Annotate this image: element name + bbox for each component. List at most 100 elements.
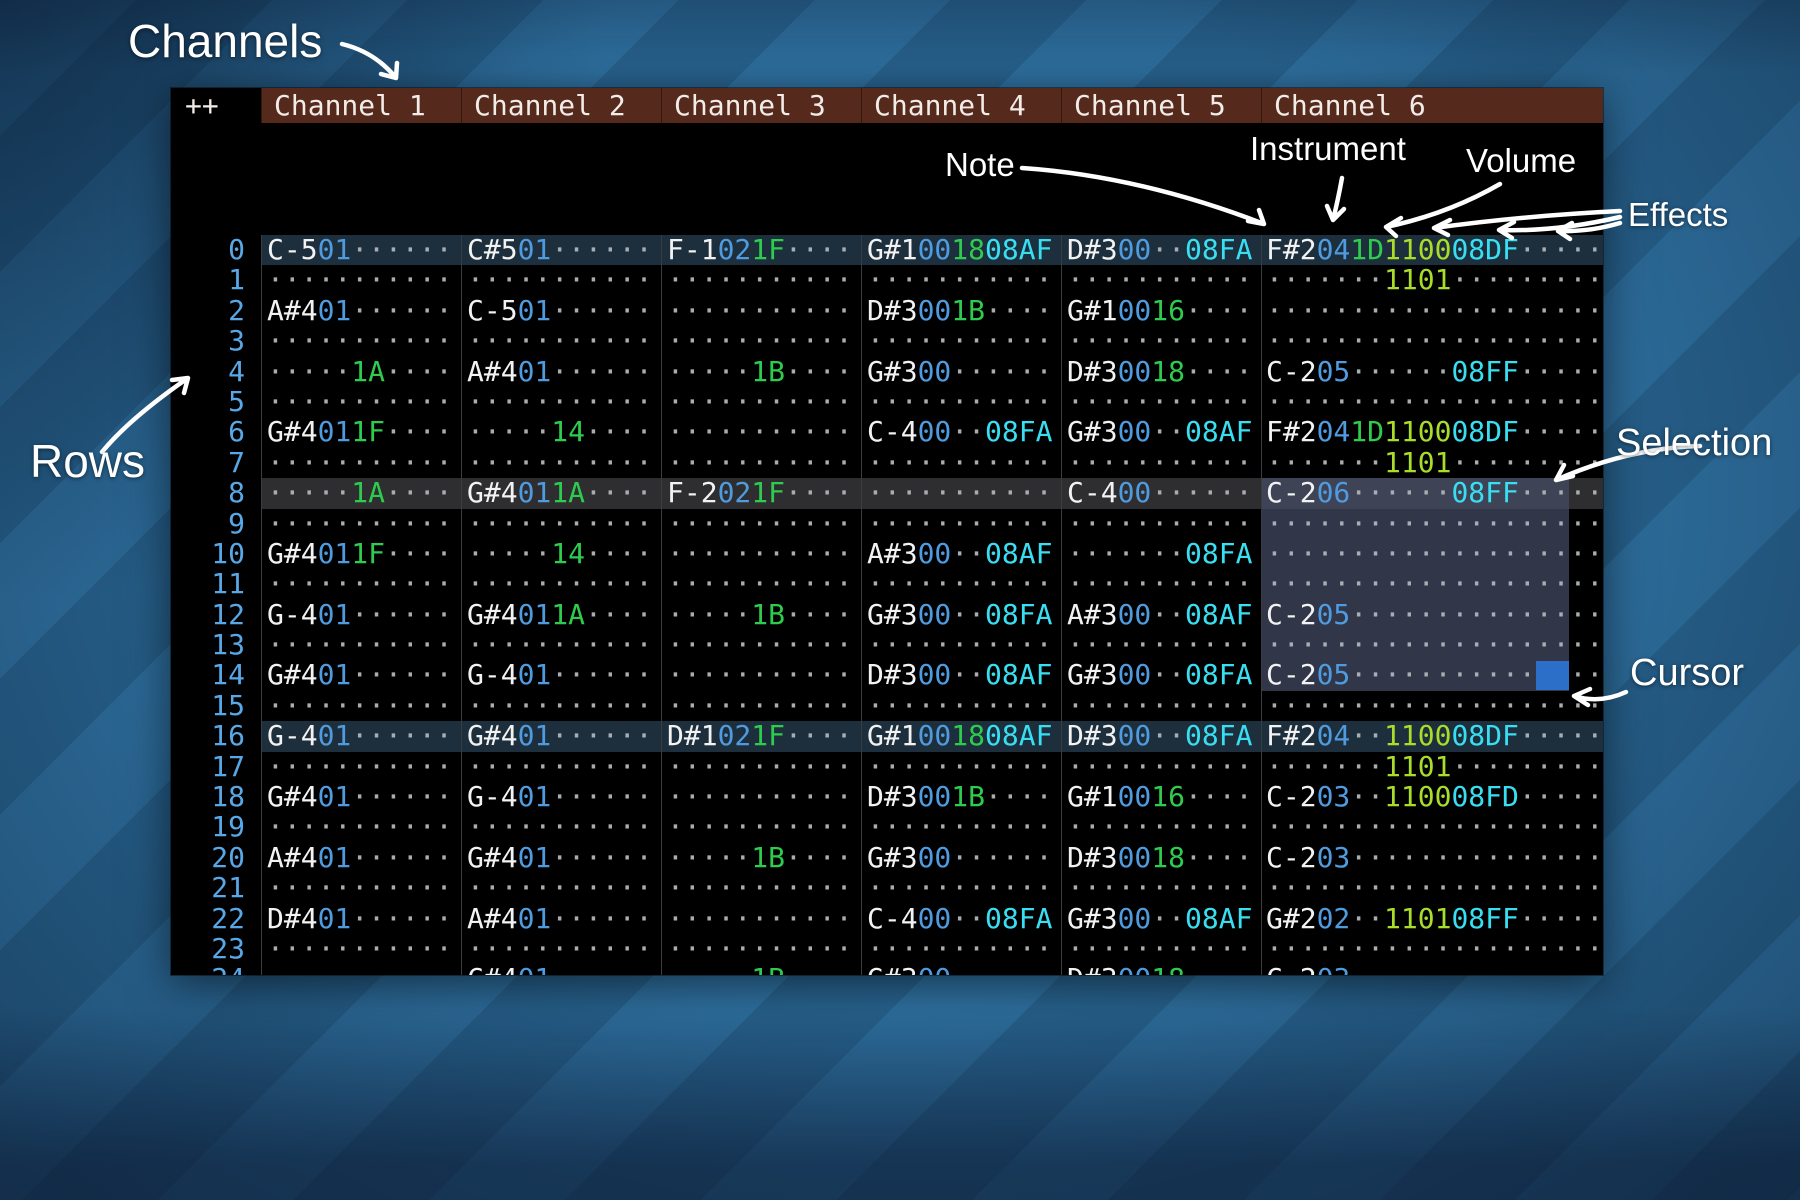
cell-r6-ch1[interactable]: G#4011F···· (261, 417, 461, 447)
cell-r19-ch6[interactable]: ···················· (1261, 812, 1603, 842)
cell-r20-ch6[interactable]: C-203··············· (1261, 843, 1603, 873)
row-number-16[interactable]: 16 (171, 721, 261, 751)
cell-r6-ch3[interactable]: ··········· (661, 417, 861, 447)
row-number-18[interactable]: 18 (171, 782, 261, 812)
cell-r18-ch6[interactable]: C-203··110008FD····· (1261, 782, 1603, 812)
cell-r9-ch5[interactable]: ··········· (1061, 509, 1261, 539)
cell-r20-ch3[interactable]: ·····1B···· (661, 843, 861, 873)
cell-r17-ch5[interactable]: ··········· (1061, 752, 1261, 782)
cell-r1-ch3[interactable]: ··········· (661, 265, 861, 295)
cell-r10-ch6[interactable]: ···················· (1261, 539, 1603, 569)
cell-r9-ch4[interactable]: ··········· (861, 509, 1061, 539)
cell-r14-ch5[interactable]: G#300··08FA (1061, 660, 1261, 690)
cell-r5-ch6[interactable]: ···················· (1261, 387, 1603, 417)
cell-r17-ch6[interactable]: ·······1101········· (1261, 752, 1603, 782)
cell-r18-ch4[interactable]: D#3001B···· (861, 782, 1061, 812)
cell-r20-ch2[interactable]: G#401······ (461, 843, 661, 873)
cell-r19-ch1[interactable]: ··········· (261, 812, 461, 842)
cell-r13-ch1[interactable]: ··········· (261, 630, 461, 660)
cell-r2-ch3[interactable]: ··········· (661, 296, 861, 326)
cell-r22-ch5[interactable]: G#300··08AF (1061, 904, 1261, 934)
row-number-10[interactable]: 10 (171, 539, 261, 569)
cell-r19-ch2[interactable]: ··········· (461, 812, 661, 842)
cell-r20-ch5[interactable]: D#30018···· (1061, 843, 1261, 873)
cell-r17-ch4[interactable]: ··········· (861, 752, 1061, 782)
cell-r12-ch4[interactable]: G#300··08FA (861, 600, 1061, 630)
cell-r13-ch5[interactable]: ··········· (1061, 630, 1261, 660)
cell-r11-ch1[interactable]: ··········· (261, 569, 461, 599)
row-number-8[interactable]: 8 (171, 478, 261, 508)
cell-r22-ch2[interactable]: A#401······ (461, 904, 661, 934)
cell-r15-ch5[interactable]: ··········· (1061, 691, 1261, 721)
cell-r6-ch5[interactable]: G#300··08AF (1061, 417, 1261, 447)
cell-r5-ch5[interactable]: ··········· (1061, 387, 1261, 417)
cell-r21-ch6[interactable]: ···················· (1261, 873, 1603, 903)
cell-r6-ch2[interactable]: ·····14···· (461, 417, 661, 447)
cell-r13-ch3[interactable]: ··········· (661, 630, 861, 660)
cell-r1-ch1[interactable]: ··········· (261, 265, 461, 295)
cell-r9-ch1[interactable]: ··········· (261, 509, 461, 539)
cell-r7-ch4[interactable]: ··········· (861, 448, 1061, 478)
cell-r1-ch4[interactable]: ··········· (861, 265, 1061, 295)
cell-r13-ch2[interactable]: ··········· (461, 630, 661, 660)
cell-r11-ch3[interactable]: ··········· (661, 569, 861, 599)
channel-header-1[interactable]: Channel 1 (261, 88, 461, 123)
cell-r20-ch1[interactable]: A#401······ (261, 843, 461, 873)
cell-r24-ch4[interactable]: G#300······ (861, 964, 1061, 975)
cell-r23-ch6[interactable]: ···················· (1261, 934, 1603, 964)
cell-r4-ch6[interactable]: C-205······08FF····· (1261, 357, 1603, 387)
cell-r14-ch1[interactable]: G#401······ (261, 660, 461, 690)
cell-r19-ch4[interactable]: ··········· (861, 812, 1061, 842)
cell-r22-ch4[interactable]: C-400··08FA (861, 904, 1061, 934)
cell-r15-ch1[interactable]: ··········· (261, 691, 461, 721)
cell-r6-ch6[interactable]: F#2041D110008DF····· (1261, 417, 1603, 447)
cell-r8-ch6[interactable]: C-206······08FF····· (1261, 478, 1603, 508)
row-number-20[interactable]: 20 (171, 843, 261, 873)
cell-r2-ch4[interactable]: D#3001B···· (861, 296, 1061, 326)
cell-r2-ch5[interactable]: G#10016···· (1061, 296, 1261, 326)
cell-r9-ch6[interactable]: ···················· (1261, 509, 1603, 539)
cell-r4-ch4[interactable]: G#300······ (861, 357, 1061, 387)
cell-r3-ch6[interactable]: ···················· (1261, 326, 1603, 356)
cell-r1-ch6[interactable]: ·······1101········· (1261, 265, 1603, 295)
cell-r2-ch6[interactable]: ···················· (1261, 296, 1603, 326)
cell-r10-ch4[interactable]: A#300··08AF (861, 539, 1061, 569)
cell-r4-ch5[interactable]: D#30018···· (1061, 357, 1261, 387)
cell-r14-ch3[interactable]: ··········· (661, 660, 861, 690)
cell-r4-ch2[interactable]: A#401······ (461, 357, 661, 387)
cell-r16-ch3[interactable]: D#1021F···· (661, 721, 861, 751)
row-number-3[interactable]: 3 (171, 326, 261, 356)
cell-r7-ch5[interactable]: ··········· (1061, 448, 1261, 478)
cell-r8-ch5[interactable]: C-400······ (1061, 478, 1261, 508)
row-number-5[interactable]: 5 (171, 387, 261, 417)
cell-r1-ch5[interactable]: ··········· (1061, 265, 1261, 295)
cell-r15-ch6[interactable]: ···················· (1261, 691, 1603, 721)
cell-r12-ch3[interactable]: ·····1B···· (661, 600, 861, 630)
cell-r8-ch4[interactable]: ··········· (861, 478, 1061, 508)
cell-r24-ch3[interactable]: ·····1B···· (661, 964, 861, 975)
cell-r0-ch6[interactable]: F#2041D110008DF····· (1261, 235, 1603, 265)
row-number-17[interactable]: 17 (171, 752, 261, 782)
cell-r0-ch4[interactable]: G#1001808AF (861, 235, 1061, 265)
row-number-0[interactable]: 0 (171, 235, 261, 265)
cell-r1-ch2[interactable]: ··········· (461, 265, 661, 295)
cell-r18-ch3[interactable]: ··········· (661, 782, 861, 812)
cell-r22-ch1[interactable]: D#401······ (261, 904, 461, 934)
cell-r22-ch6[interactable]: G#202··110108FF····· (1261, 904, 1603, 934)
cell-r21-ch2[interactable]: ··········· (461, 873, 661, 903)
cell-r24-ch5[interactable]: D#30018···· (1061, 964, 1261, 975)
row-number-6[interactable]: 6 (171, 417, 261, 447)
cell-r15-ch2[interactable]: ··········· (461, 691, 661, 721)
row-number-24[interactable]: 24 (171, 964, 261, 975)
cell-r6-ch4[interactable]: C-400··08FA (861, 417, 1061, 447)
row-number-23[interactable]: 23 (171, 934, 261, 964)
cell-r18-ch2[interactable]: G-401······ (461, 782, 661, 812)
cell-r14-ch2[interactable]: G-401······ (461, 660, 661, 690)
cell-r0-ch2[interactable]: C#501······ (461, 235, 661, 265)
cell-r11-ch6[interactable]: ···················· (1261, 569, 1603, 599)
row-number-15[interactable]: 15 (171, 691, 261, 721)
cell-r5-ch2[interactable]: ··········· (461, 387, 661, 417)
cell-r8-ch1[interactable]: ·····1A···· (261, 478, 461, 508)
cell-r12-ch1[interactable]: G-401······ (261, 600, 461, 630)
cell-r15-ch3[interactable]: ··········· (661, 691, 861, 721)
